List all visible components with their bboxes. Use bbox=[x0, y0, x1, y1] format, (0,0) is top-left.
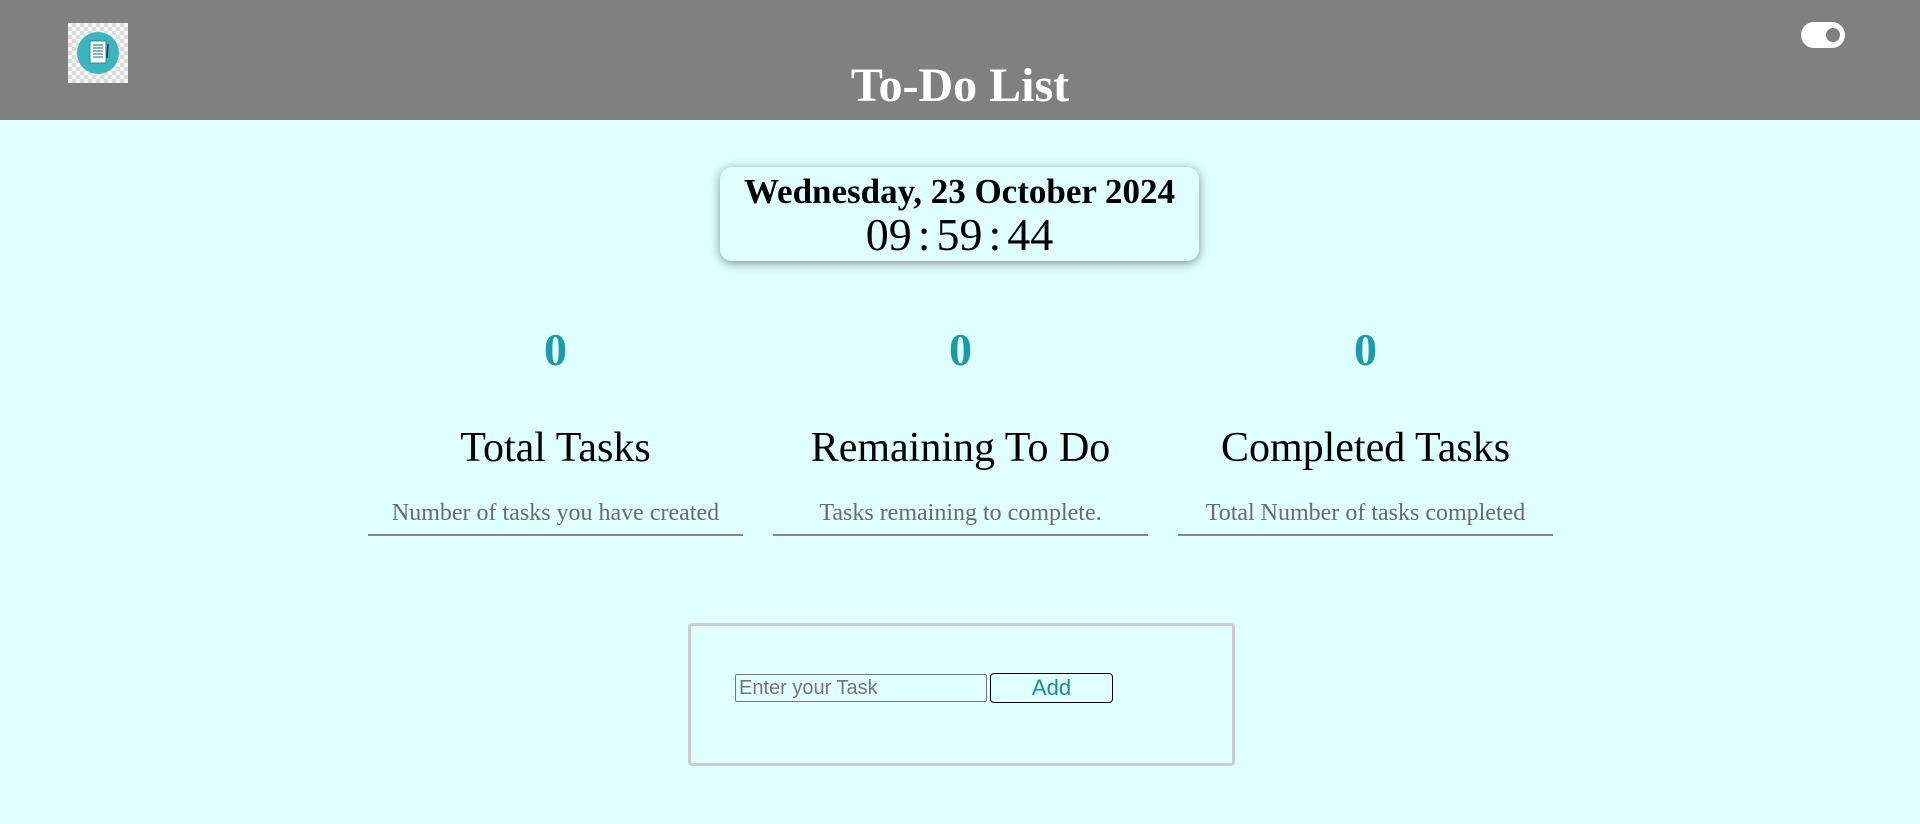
header-bar: To-Do List bbox=[0, 0, 1920, 120]
time-seconds: 44 bbox=[1007, 209, 1054, 260]
page-title: To-Do List bbox=[850, 59, 1070, 112]
stat-label: Completed Tasks bbox=[1220, 425, 1511, 471]
time-hours: 09 bbox=[865, 209, 912, 260]
add-task-button[interactable]: Add bbox=[990, 673, 1113, 703]
date-time-card: Wednesday, 23 October 2024 09:59:44 bbox=[720, 167, 1199, 261]
stat-description: Tasks remaining to complete. bbox=[773, 496, 1148, 536]
time-separator: : bbox=[988, 209, 1002, 260]
stat-value: 0 bbox=[949, 324, 972, 375]
stat-remaining-tasks: 0 Remaining To Do Tasks remaining to com… bbox=[773, 320, 1148, 536]
stat-value: 0 bbox=[544, 324, 567, 375]
time-minutes: 59 bbox=[936, 209, 983, 260]
stat-label: Total Tasks bbox=[460, 425, 651, 471]
stat-completed-tasks: 0 Completed Tasks Total Number of tasks … bbox=[1178, 320, 1553, 536]
stat-total-tasks: 0 Total Tasks Number of tasks you have c… bbox=[368, 320, 743, 536]
stat-description: Number of tasks you have created bbox=[368, 496, 743, 536]
time-separator: : bbox=[917, 209, 931, 260]
stat-value: 0 bbox=[1354, 324, 1377, 375]
toggle-knob bbox=[1826, 28, 1840, 42]
stat-label: Remaining To Do bbox=[810, 425, 1111, 471]
add-task-panel: Add bbox=[688, 623, 1235, 766]
current-time: 09:59:44 bbox=[720, 209, 1199, 261]
current-date: Wednesday, 23 October 2024 bbox=[743, 172, 1176, 211]
toggle-switch-icon[interactable] bbox=[1801, 22, 1845, 48]
stat-description: Total Number of tasks completed bbox=[1178, 496, 1553, 536]
task-input[interactable] bbox=[735, 674, 987, 702]
